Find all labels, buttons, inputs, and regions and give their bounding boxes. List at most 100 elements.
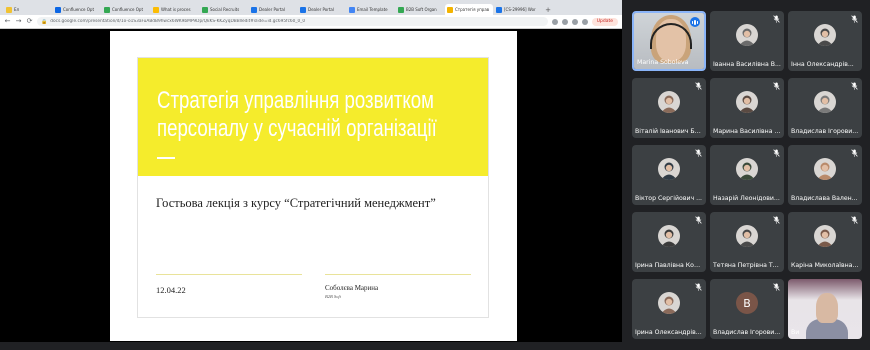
participant-tile[interactable]: Каріна Миколаївна ... xyxy=(788,212,862,272)
mic-off-icon xyxy=(773,216,780,224)
participant-name: Владислав Ігорови... xyxy=(791,128,859,135)
tab-favicon-icon xyxy=(104,6,110,13)
avatar xyxy=(658,225,680,247)
avatar xyxy=(658,91,680,113)
participant-tile[interactable]: Віктор Сергійович ... xyxy=(632,145,706,205)
participant-tile[interactable]: Ірина Павлівна Кош... xyxy=(632,212,706,272)
slide-title: Стратегія управління розвитком персоналу… xyxy=(157,87,437,143)
avatar xyxy=(736,24,758,46)
mic-off-icon xyxy=(851,15,858,23)
browser-tab-active[interactable]: Стратегія управ xyxy=(445,4,493,15)
participant-video-face xyxy=(816,293,838,323)
participant-name: Марина Василівна ... xyxy=(713,128,781,135)
mic-off-icon xyxy=(851,216,858,224)
update-button[interactable]: Update xyxy=(591,17,618,26)
extension-icon[interactable] xyxy=(551,18,558,25)
tab-label: Dealer Portal xyxy=(308,7,334,12)
tab-favicon-icon xyxy=(496,6,502,13)
extension-icon[interactable] xyxy=(571,18,578,25)
browser-tab[interactable]: What is proces xyxy=(151,4,199,15)
tab-favicon-icon xyxy=(6,6,12,13)
url-field[interactable]: 🔒 docs.google.com/presentation/d/1o-o1S3… xyxy=(37,17,548,26)
avatar xyxy=(814,24,836,46)
browser-tab[interactable]: Email Template xyxy=(347,4,395,15)
tab-label: Стратегія управ xyxy=(455,7,490,12)
tab-label: Social Recruits xyxy=(210,7,240,12)
divider xyxy=(156,274,302,275)
participant-tile[interactable]: Інна Олександрів... xyxy=(788,11,862,71)
browser-tab[interactable]: B2B Soft Organ xyxy=(396,4,444,15)
mic-off-icon xyxy=(773,283,780,291)
participant-name: Владислава Вален... xyxy=(791,195,858,202)
tab-label: Confluence Opt xyxy=(63,7,95,12)
participant-tile[interactable]: Марина Василівна ... xyxy=(710,78,784,138)
tab-label: What is proces xyxy=(161,7,191,12)
title-underline xyxy=(157,157,175,159)
presentation-viewport: Стратегія управління розвитком персоналу… xyxy=(0,29,622,342)
participant-tile[interactable]: В Владислав Ігорови... xyxy=(710,279,784,339)
participant-name: Віталій Іванович Бр... xyxy=(635,128,703,135)
browser-tab[interactable]: [CS-29996] Wor xyxy=(494,4,542,15)
participant-tile[interactable]: Владислав Ігорови... xyxy=(788,78,862,138)
mic-off-icon xyxy=(773,15,780,23)
participant-tile[interactable]: Ви xyxy=(788,279,862,339)
participant-tile[interactable]: Назарій Леонідови... xyxy=(710,145,784,205)
avatar xyxy=(814,91,836,113)
browser-tab[interactable]: Confluence Opt xyxy=(102,4,150,15)
back-icon[interactable]: ← xyxy=(4,18,11,25)
participant-tile[interactable]: Владислава Вален... xyxy=(788,145,862,205)
browser-tab[interactable]: Social Recruits xyxy=(200,4,248,15)
tab-label: Confluence Opt xyxy=(112,7,144,12)
extension-icon[interactable] xyxy=(561,18,568,25)
participant-name: Віктор Сергійович ... xyxy=(635,195,703,202)
tab-favicon-icon xyxy=(300,6,306,13)
tab-label: Email Template xyxy=(357,7,388,12)
avatar xyxy=(658,292,680,314)
participant-name: Іванна Василівна В... xyxy=(713,61,781,68)
browser-tab[interactable]: Ел xyxy=(4,4,52,15)
participant-name: Каріна Миколаївна ... xyxy=(791,262,859,269)
mic-off-icon xyxy=(695,149,702,157)
participant-tile[interactable]: Іванна Василівна В... xyxy=(710,11,784,71)
mic-off-icon xyxy=(695,283,702,291)
tab-label: [CS-29996] Wor xyxy=(504,7,536,12)
slide-date: 12.04.22 xyxy=(156,285,186,295)
browser-tab[interactable]: Dealer Portal xyxy=(249,4,297,15)
avatar xyxy=(736,91,758,113)
forward-icon[interactable]: → xyxy=(15,18,22,25)
participant-name: Тетяна Петрівна Та... xyxy=(713,262,781,269)
avatar xyxy=(736,158,758,180)
shared-screen: Ел Confluence Opt Confluence Opt What is pr… xyxy=(0,0,622,342)
participant-tile[interactable]: Marina Soboleva xyxy=(632,11,706,71)
new-tab-button[interactable]: + xyxy=(543,4,553,15)
tab-favicon-icon xyxy=(251,6,257,13)
avatar xyxy=(814,158,836,180)
participant-name: Marina Soboleva xyxy=(637,59,689,66)
slide-title-line: персоналу у сучасній організації xyxy=(157,115,437,142)
tab-favicon-icon xyxy=(349,6,355,13)
mic-off-icon xyxy=(695,82,702,90)
avatar xyxy=(658,158,680,180)
tab-label: Ел xyxy=(14,7,20,12)
browser-tab[interactable]: Confluence Opt xyxy=(53,4,101,15)
profile-avatar[interactable] xyxy=(581,18,588,25)
mic-off-icon xyxy=(773,82,780,90)
participant-name: Ірина Олександрів... xyxy=(635,329,702,336)
reload-icon[interactable]: ⟳ xyxy=(26,18,33,25)
mic-off-icon xyxy=(773,149,780,157)
participant-name: Інна Олександрів... xyxy=(791,61,854,68)
avatar xyxy=(736,225,758,247)
participant-name: Владислав Ігорови... xyxy=(713,329,781,336)
participant-tile[interactable]: Тетяна Петрівна Та... xyxy=(710,212,784,272)
mic-off-icon xyxy=(851,149,858,157)
participant-tile[interactable]: Віталій Іванович Бр... xyxy=(632,78,706,138)
url-text: docs.google.com/presentation/d/1o-o1S3aF… xyxy=(50,19,306,24)
tab-favicon-icon xyxy=(153,6,159,13)
avatar xyxy=(814,225,836,247)
slide-title-line: Стратегія управління розвитком xyxy=(157,87,434,114)
participant-name: Ви xyxy=(791,329,800,336)
slide-subtitle: Гостьова лекція з курсу “Стратегічний ме… xyxy=(156,196,436,210)
avatar: В xyxy=(736,292,758,314)
participant-tile[interactable]: Ірина Олександрів... xyxy=(632,279,706,339)
browser-tab[interactable]: Dealer Portal xyxy=(298,4,346,15)
